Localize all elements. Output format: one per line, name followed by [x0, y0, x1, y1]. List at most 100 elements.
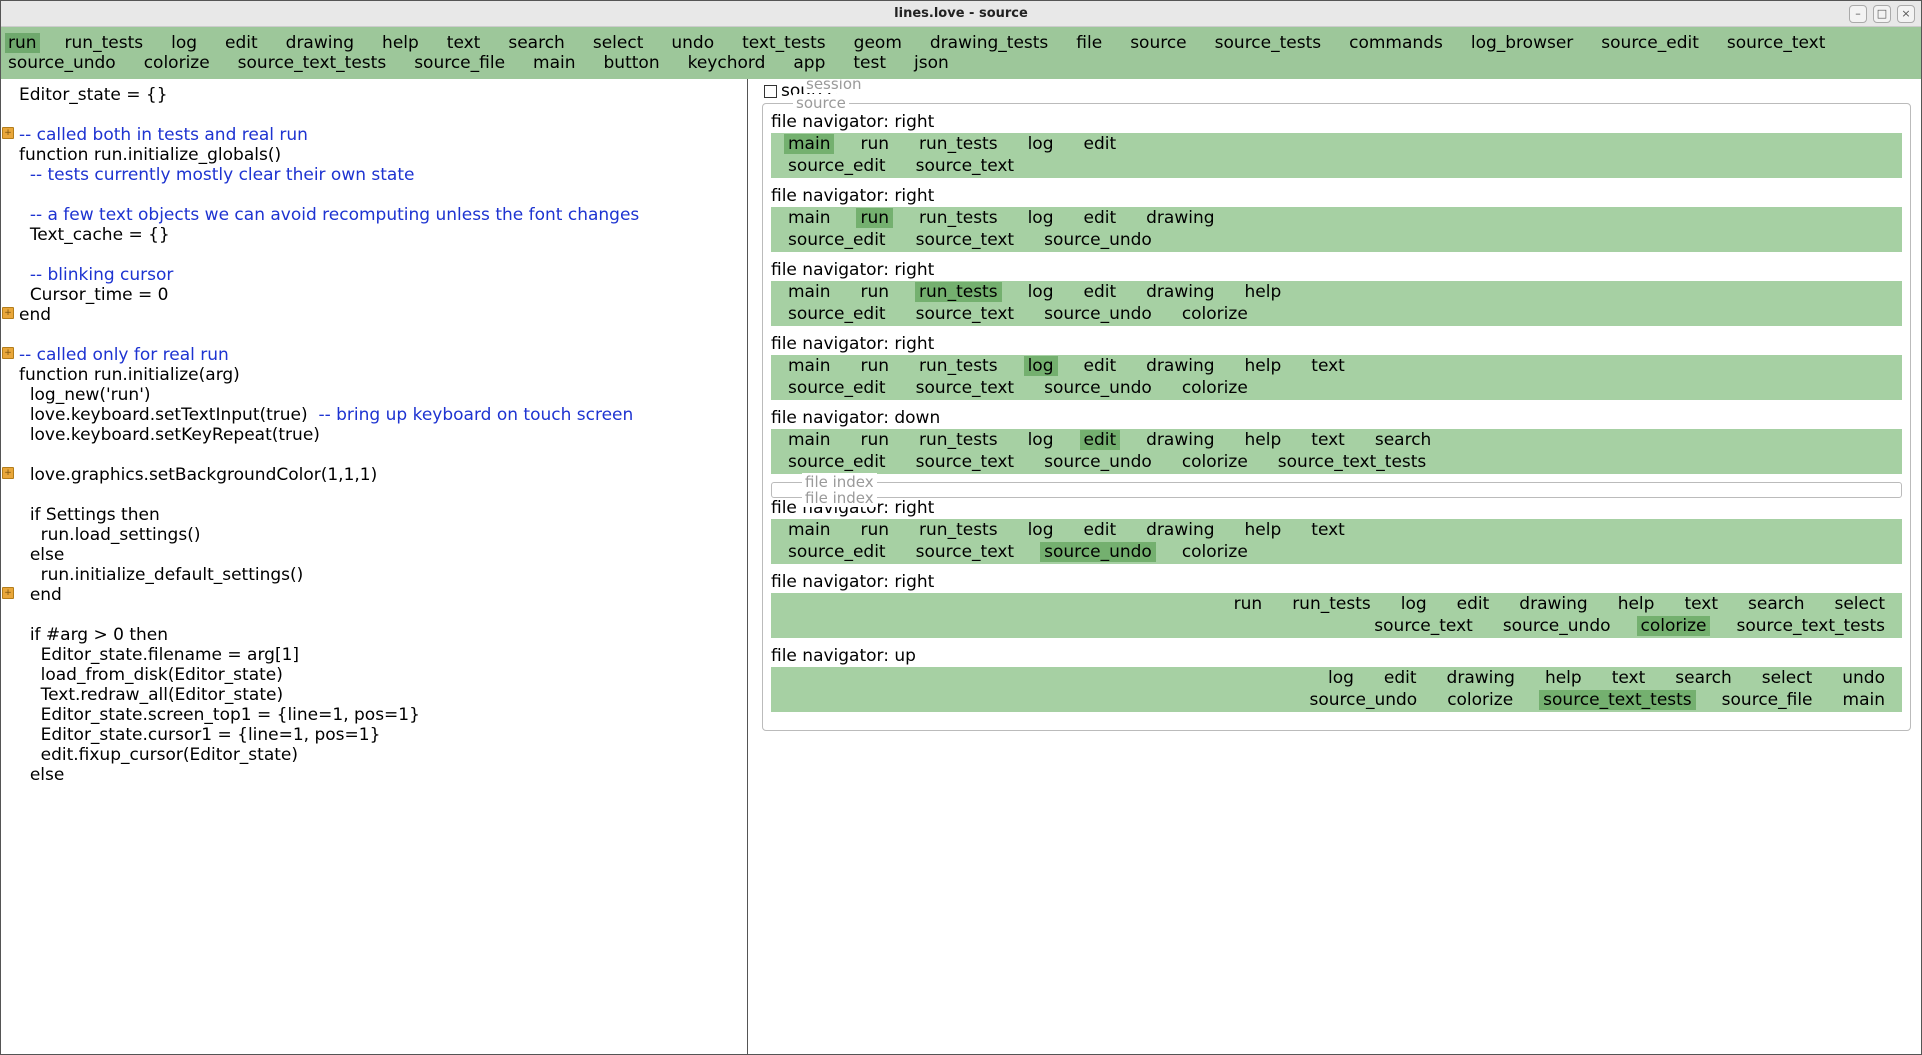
nav-item-colorize[interactable]: colorize	[1178, 304, 1252, 324]
top-menu-item-drawing[interactable]: drawing	[283, 33, 357, 53]
code-line[interactable]: -- blinking cursor	[19, 265, 747, 285]
nav-item-source_text_tests[interactable]: source_text_tests	[1732, 616, 1889, 636]
nav-item-run[interactable]: run	[856, 282, 893, 302]
fold-marker[interactable]: +	[2, 347, 14, 359]
nav-item-help[interactable]: help	[1241, 356, 1286, 376]
close-button[interactable]: ×	[1897, 5, 1915, 23]
nav-item-source_text_tests[interactable]: source_text_tests	[1274, 452, 1431, 472]
nav-item-help[interactable]: help	[1614, 594, 1659, 614]
nav-item-log[interactable]: log	[1024, 356, 1058, 376]
nav-item-run[interactable]: run	[856, 356, 893, 376]
top-menu-item-main[interactable]: main	[530, 53, 578, 73]
code-line[interactable]: end	[19, 305, 747, 325]
nav-item-drawing[interactable]: drawing	[1515, 594, 1591, 614]
nav-item-run_tests[interactable]: run_tests	[1288, 594, 1375, 614]
nav-item-run_tests[interactable]: run_tests	[915, 134, 1002, 154]
nav-item-source_undo[interactable]: source_undo	[1040, 304, 1156, 324]
code-line[interactable]	[19, 485, 747, 505]
nav-item-source_text[interactable]: source_text	[912, 542, 1019, 562]
top-menu-item-select[interactable]: select	[590, 33, 647, 53]
nav-item-search[interactable]: search	[1371, 430, 1435, 450]
minimize-button[interactable]: –	[1849, 5, 1867, 23]
code-line[interactable]	[19, 605, 747, 625]
nav-item-main[interactable]: main	[784, 430, 834, 450]
nav-item-source_undo[interactable]: source_undo	[1499, 616, 1615, 636]
code-line[interactable]: run.load_settings()	[19, 525, 747, 545]
nav-item-edit[interactable]: edit	[1080, 430, 1121, 450]
nav-item-source_edit[interactable]: source_edit	[784, 452, 890, 472]
nav-item-edit[interactable]: edit	[1080, 356, 1121, 376]
code-line[interactable]: Text_cache = {}	[19, 225, 747, 245]
nav-item-edit[interactable]: edit	[1080, 520, 1121, 540]
code-line[interactable]: -- called only for real run	[19, 345, 747, 365]
nav-item-source_undo[interactable]: source_undo	[1040, 452, 1156, 472]
nav-item-text[interactable]: text	[1307, 430, 1349, 450]
nav-item-drawing[interactable]: drawing	[1443, 668, 1519, 688]
code-line[interactable]: -- a few text objects we can avoid recom…	[19, 205, 747, 225]
nav-item-colorize[interactable]: colorize	[1178, 452, 1252, 472]
code-line[interactable]: if #arg > 0 then	[19, 625, 747, 645]
nav-item-source_text[interactable]: source_text	[912, 156, 1019, 176]
top-menu-item-colorize[interactable]: colorize	[141, 53, 213, 73]
nav-item-source_text[interactable]: source_text	[912, 378, 1019, 398]
fold-marker[interactable]: +	[2, 127, 14, 139]
top-menu-item-search[interactable]: search	[505, 33, 567, 53]
nav-item-source_edit[interactable]: source_edit	[784, 304, 890, 324]
nav-item-log[interactable]: log	[1397, 594, 1431, 614]
nav-item-main[interactable]: main	[1839, 690, 1889, 710]
nav-item-log[interactable]: log	[1324, 668, 1358, 688]
nav-item-log[interactable]: log	[1024, 134, 1058, 154]
nav-item-select[interactable]: select	[1758, 668, 1817, 688]
code-line[interactable]: log_new('run')	[19, 385, 747, 405]
top-menu-item-source[interactable]: source	[1127, 33, 1189, 53]
code-line[interactable]: else	[19, 765, 747, 785]
code-line[interactable]: Editor_state.filename = arg[1]	[19, 645, 747, 665]
code-line[interactable]: Editor_state.cursor1 = {line=1, pos=1}	[19, 725, 747, 745]
code-line[interactable]: love.keyboard.setTextInput(true) -- brin…	[19, 405, 747, 425]
nav-item-main[interactable]: main	[784, 356, 834, 376]
top-menu-item-drawing_tests[interactable]: drawing_tests	[927, 33, 1051, 53]
code-line[interactable]: -- tests currently mostly clear their ow…	[19, 165, 747, 185]
top-menu-item-commands[interactable]: commands	[1346, 33, 1446, 53]
code-line[interactable]: Cursor_time = 0	[19, 285, 747, 305]
top-menu-item-test[interactable]: test	[850, 53, 889, 73]
top-menu-item-source_tests[interactable]: source_tests	[1212, 33, 1324, 53]
code-line[interactable]	[19, 185, 747, 205]
top-menu-item-geom[interactable]: geom	[851, 33, 905, 53]
code-line[interactable]: -- called both in tests and real run	[19, 125, 747, 145]
nav-item-select[interactable]: select	[1830, 594, 1889, 614]
nav-item-source_undo[interactable]: source_undo	[1040, 542, 1156, 562]
nav-item-main[interactable]: main	[784, 208, 834, 228]
nav-item-edit[interactable]: edit	[1080, 208, 1121, 228]
nav-item-run_tests[interactable]: run_tests	[915, 282, 1002, 302]
top-menu-item-run[interactable]: run	[5, 33, 40, 53]
nav-item-drawing[interactable]: drawing	[1142, 356, 1218, 376]
nav-item-edit[interactable]: edit	[1080, 282, 1121, 302]
nav-item-colorize[interactable]: colorize	[1178, 378, 1252, 398]
code-line[interactable]	[19, 105, 747, 125]
nav-item-run[interactable]: run	[856, 430, 893, 450]
code-line[interactable]: Editor_state = {}	[19, 85, 747, 105]
top-menu-item-log[interactable]: log	[168, 33, 200, 53]
nav-item-main[interactable]: main	[784, 520, 834, 540]
nav-item-log[interactable]: log	[1024, 520, 1058, 540]
nav-item-source_text_tests[interactable]: source_text_tests	[1539, 690, 1696, 710]
top-menu-item-json[interactable]: json	[911, 53, 952, 73]
nav-item-main[interactable]: main	[784, 282, 834, 302]
nav-item-drawing[interactable]: drawing	[1142, 282, 1218, 302]
top-menu-item-file[interactable]: file	[1073, 33, 1105, 53]
nav-item-run[interactable]: run	[856, 520, 893, 540]
code-line[interactable]: end	[19, 585, 747, 605]
top-menu-item-help[interactable]: help	[379, 33, 422, 53]
nav-item-source_undo[interactable]: source_undo	[1040, 378, 1156, 398]
code-line[interactable]: edit.fixup_cursor(Editor_state)	[19, 745, 747, 765]
fold-marker[interactable]: +	[2, 587, 14, 599]
nav-item-run[interactable]: run	[1230, 594, 1267, 614]
nav-item-source_undo[interactable]: source_undo	[1305, 690, 1421, 710]
nav-item-source_edit[interactable]: source_edit	[784, 542, 890, 562]
nav-item-source_text[interactable]: source_text	[912, 452, 1019, 472]
fold-marker[interactable]: +	[2, 307, 14, 319]
nav-item-run_tests[interactable]: run_tests	[915, 208, 1002, 228]
code-line[interactable]	[19, 245, 747, 265]
top-menu-item-source_edit[interactable]: source_edit	[1598, 33, 1702, 53]
